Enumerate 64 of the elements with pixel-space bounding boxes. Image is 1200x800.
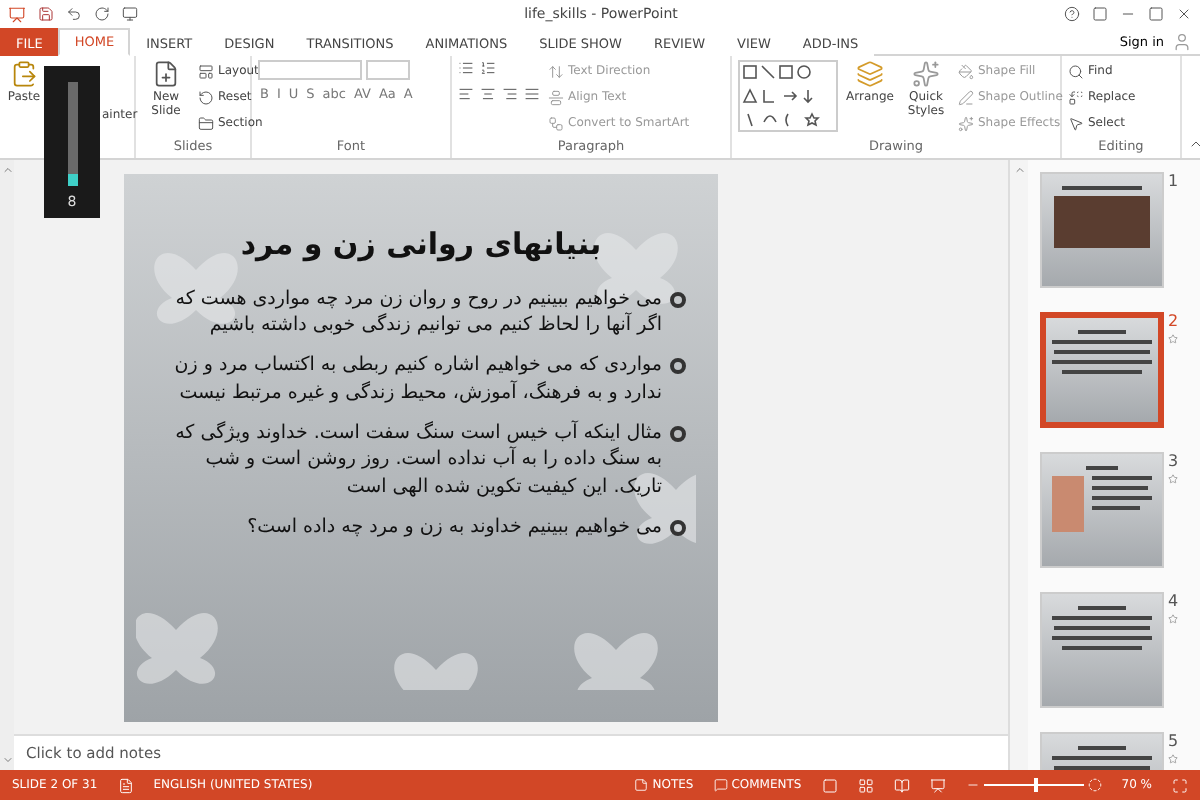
quick-styles-icon[interactable]	[912, 60, 940, 88]
slideshow-icon[interactable]	[929, 777, 946, 793]
slide-sorter-icon[interactable]	[857, 777, 874, 793]
photo-placeholder	[1054, 196, 1150, 248]
user-icon[interactable]	[1172, 31, 1192, 51]
command-icon[interactable]	[198, 115, 214, 131]
arrange-icon[interactable]	[856, 60, 884, 88]
slide-thumbnail[interactable]	[1040, 452, 1164, 568]
slide-number: 3	[1168, 452, 1179, 470]
photo-placeholder	[1052, 476, 1084, 532]
bullet-text: می خواهیم ببینیم خداوند به زن و مرد چه داده است؟	[247, 513, 662, 542]
close-icon[interactable]	[1176, 6, 1192, 22]
bullet-icon	[670, 358, 686, 375]
scrollbar[interactable]	[1008, 160, 1028, 770]
slide-number: 4	[1168, 592, 1179, 610]
slide-number: 2	[1168, 312, 1179, 330]
bullet-icon	[670, 425, 686, 442]
transition-star-icon[interactable]	[1168, 754, 1179, 764]
command-icon[interactable]	[198, 89, 214, 105]
slide-thumbnail[interactable]	[1040, 172, 1164, 288]
app-logo-icon[interactable]	[8, 5, 26, 23]
zoom-out-icon[interactable]	[965, 778, 980, 792]
align-center-icon[interactable]	[480, 86, 496, 102]
slide-number: 1	[1168, 172, 1179, 190]
align-left-icon[interactable]	[458, 86, 474, 102]
normal-view-icon[interactable]	[821, 777, 838, 793]
new-slide-icon[interactable]	[152, 60, 180, 88]
shapes-gallery[interactable]	[738, 60, 838, 132]
zoom-thumb[interactable]	[1033, 778, 1038, 792]
slide-title: بنیانهای روانی زن و مرد	[238, 225, 604, 261]
bullet-text: می خواهیم ببینیم در روح و روان زن مرد چه مواردی هست که اگر آنها را لحاظ کنیم می توانیم زندگی خوبی داشته باشیم	[173, 285, 662, 341]
align-right-icon[interactable]	[502, 86, 518, 102]
ribbon-display-icon[interactable]	[1092, 6, 1108, 22]
undo-icon[interactable]	[66, 6, 82, 22]
bullet-text: مواردی که می خواهیم اشاره کنیم ربطی به اکتساب مرد و زن ندارد و به فرهنگ، آموزش، محیط زندگی و غیره مرتبط نیست	[172, 352, 662, 408]
bullet-icon	[670, 291, 686, 307]
reading-view-icon[interactable]	[893, 777, 910, 793]
transition-star-icon[interactable]	[1168, 334, 1179, 344]
save-icon[interactable]	[38, 6, 54, 22]
help-icon[interactable]	[1064, 6, 1080, 22]
slide-thumbnail[interactable]	[1040, 592, 1164, 708]
paste-icon[interactable]	[10, 60, 38, 88]
justify-icon[interactable]	[524, 86, 540, 102]
redo-icon[interactable]	[94, 6, 110, 22]
bullets-icon[interactable]	[458, 60, 474, 76]
slide-number: 5	[1168, 732, 1179, 750]
font-size-field[interactable]	[366, 60, 410, 80]
notes-icon[interactable]	[634, 778, 649, 792]
numbering-icon[interactable]	[480, 60, 496, 76]
command-icon[interactable]	[1068, 63, 1084, 79]
start-slideshow-icon[interactable]	[122, 6, 138, 22]
bullet-icon	[670, 519, 686, 536]
bullet-text: مثال اینکه آب خیس است سنگ سفت است. خداوند ویژگی که به سنگ داده را به آب نداده است. روز روشن است و شب تاریک. این کیفیت تکوین شده الهی است	[173, 419, 662, 502]
collapse-ribbon-icon[interactable]	[1188, 136, 1200, 152]
fit-slide-icon[interactable]	[1172, 777, 1188, 793]
command-icon[interactable]	[198, 63, 214, 79]
command-icon[interactable]	[1068, 115, 1084, 131]
slide-thumbnail[interactable]	[1040, 312, 1164, 428]
font-name-field[interactable]	[258, 60, 362, 80]
transition-star-icon[interactable]	[1168, 474, 1179, 484]
comment-icon[interactable]	[713, 778, 728, 792]
maximize-icon[interactable]	[1148, 6, 1164, 22]
transition-star-icon[interactable]	[1168, 614, 1179, 624]
spelling-icon[interactable]	[117, 777, 134, 793]
